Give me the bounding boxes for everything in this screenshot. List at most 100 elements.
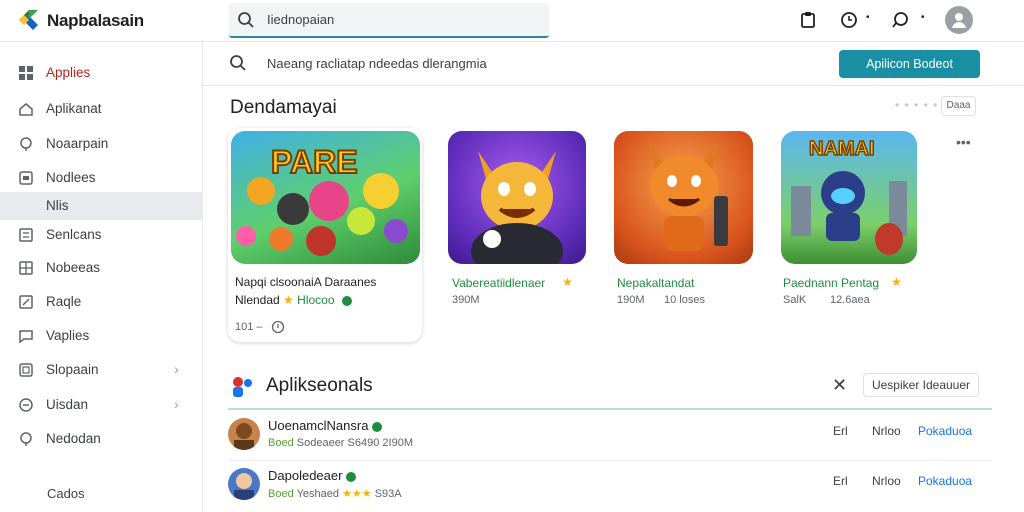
star-icon: ★ bbox=[562, 275, 573, 289]
edit-icon bbox=[19, 295, 33, 309]
sidebar-item-label: Noaarpain bbox=[46, 136, 109, 151]
app-thumbnail[interactable]: NAMAI bbox=[781, 131, 917, 264]
list-item-col2: Nrloo bbox=[872, 424, 901, 438]
clock-icon[interactable] bbox=[839, 10, 859, 30]
sidebar-item-senlcans[interactable]: Senlcans bbox=[0, 221, 203, 249]
section-mini-button[interactable]: Daaa bbox=[941, 96, 976, 116]
sidebar-item-nodlees[interactable]: Nodlees bbox=[0, 164, 203, 192]
list-item-link[interactable]: Pokaduoa bbox=[918, 424, 972, 438]
search-icon bbox=[238, 12, 254, 28]
sidebar-item-noaarpain[interactable]: Noaarpain bbox=[0, 130, 203, 158]
grid-icon bbox=[19, 261, 33, 275]
app-title: Napbalasain bbox=[47, 11, 144, 30]
app-card-extra: 10 loses bbox=[664, 294, 705, 306]
home-icon bbox=[19, 103, 33, 116]
top-bar: Napbalasain Iiednopaian • • bbox=[0, 0, 1024, 42]
close-icon[interactable]: ✕ bbox=[832, 375, 847, 396]
search-icon[interactable] bbox=[229, 54, 247, 72]
filter-text: Naeang racliatap ndeedas dlerangmia bbox=[267, 56, 487, 71]
search-input[interactable]: Iiednopaian bbox=[229, 3, 549, 38]
sidebar-item-label: Nobeeas bbox=[46, 260, 101, 275]
pin-icon bbox=[20, 432, 32, 446]
sidebar-item-nedodan[interactable]: Nedodan bbox=[0, 425, 203, 453]
sidebar-item-raqle[interactable]: Raqle bbox=[0, 288, 203, 316]
sidebar-item-applies[interactable]: Applies bbox=[0, 59, 203, 87]
list-item-sub: Yeshaed bbox=[296, 488, 339, 500]
sidebar-item-label: Nodlees bbox=[46, 170, 96, 185]
list-icon bbox=[19, 228, 33, 242]
app-thumbnail[interactable] bbox=[448, 131, 586, 264]
app-thumbnail[interactable]: PARE bbox=[231, 131, 420, 264]
user-icon bbox=[952, 13, 966, 28]
sidebar-item-nlis[interactable]: Nlis bbox=[0, 192, 203, 220]
sidebar-item-label: Senlcans bbox=[46, 227, 102, 242]
sidebar-item-label: Applies bbox=[46, 65, 91, 80]
thumb-title: NAMAI bbox=[809, 138, 875, 160]
app-card-subtitle: SalK bbox=[783, 294, 807, 306]
search-query: Iiednopaian bbox=[267, 12, 335, 27]
list-item-sub: Sodeaeer bbox=[296, 437, 345, 449]
dropdown-dot-icon[interactable]: • bbox=[866, 12, 870, 23]
app-logo-icon[interactable] bbox=[16, 6, 42, 32]
list-item-size: S93A bbox=[374, 488, 402, 500]
grid-icon bbox=[19, 66, 33, 80]
section-people-icon bbox=[233, 377, 252, 397]
list-item-col1: Erl bbox=[833, 474, 848, 488]
clipboard-icon[interactable] bbox=[798, 10, 818, 30]
sidebar: Applies Aplikanat Noaarpain Nodlees Nlis… bbox=[0, 42, 203, 512]
info-icon[interactable] bbox=[271, 320, 285, 334]
sidebar-item-label: Nlis bbox=[46, 198, 69, 213]
app-card-subtitle: Nlendad bbox=[235, 293, 280, 307]
feedback-icon[interactable] bbox=[890, 10, 910, 30]
app-card-extra: 12.6aea bbox=[830, 294, 870, 306]
box-icon bbox=[19, 363, 33, 377]
sidebar-item-aplikanat[interactable]: Aplikanat bbox=[0, 95, 203, 123]
pin-icon bbox=[20, 137, 32, 151]
app-thumbnail[interactable] bbox=[614, 131, 753, 264]
chat-icon bbox=[19, 330, 33, 344]
sidebar-item-slopaain[interactable]: Slopaain › bbox=[0, 356, 203, 384]
dots-indicator: • • • • • bbox=[895, 98, 939, 112]
avatar bbox=[228, 418, 260, 450]
app-card-subtitle: 190M bbox=[617, 294, 645, 306]
game-art-image: PARE bbox=[236, 143, 408, 256]
chevron-right-icon[interactable]: › bbox=[174, 396, 179, 412]
dropdown-dot-icon[interactable]: • bbox=[921, 12, 925, 23]
list-item-tag: Boed bbox=[268, 488, 294, 500]
star-rating-icon: ★★★ bbox=[342, 488, 372, 500]
sidebar-item-label: Uisdan bbox=[46, 397, 89, 412]
thumb-title: PARE bbox=[271, 144, 358, 180]
sidebar-item-label: Raqle bbox=[46, 294, 82, 309]
section-title: Dendamayai bbox=[230, 97, 337, 118]
app-card-title[interactable]: Napqi clsoonaiA Daraanes bbox=[235, 275, 376, 289]
verified-icon bbox=[341, 295, 352, 306]
app-card-badge: Hlocoo bbox=[297, 293, 335, 307]
list-item[interactable]: UoenamclNansra Boed Sodeaeer S6490 2I90M… bbox=[228, 414, 992, 462]
app-card-title[interactable]: Vabereatiidlenaer bbox=[452, 276, 545, 290]
star-icon: ★ bbox=[891, 275, 902, 289]
section-title: Aplikseonals bbox=[266, 375, 373, 396]
circle-icon bbox=[19, 398, 33, 412]
sidebar-footer[interactable]: Cados bbox=[47, 486, 85, 501]
section-action-button[interactable]: Uespiker Ideauuer bbox=[863, 373, 979, 397]
divider bbox=[228, 408, 992, 410]
avatar bbox=[228, 468, 260, 500]
user-avatar[interactable] bbox=[945, 6, 973, 34]
verified-icon bbox=[346, 471, 357, 482]
list-item[interactable]: Dapoledeaer Boed Yeshaed ★★★ S93A Erl Nr… bbox=[228, 464, 992, 512]
game-art-image bbox=[649, 141, 728, 251]
app-card-title[interactable]: Nepakaltandat bbox=[617, 276, 694, 290]
sidebar-item-label: Aplikanat bbox=[46, 101, 102, 116]
chevron-right-icon[interactable]: › bbox=[174, 361, 179, 377]
app-card-title[interactable]: Paednann Pentag bbox=[783, 276, 879, 290]
sidebar-item-label: Slopaain bbox=[46, 362, 99, 377]
more-options-icon[interactable]: ••• bbox=[956, 134, 971, 150]
sidebar-item-vaplies[interactable]: Vaplies bbox=[0, 322, 203, 350]
game-art-image: NAMAI bbox=[791, 137, 907, 255]
list-item-link[interactable]: Pokaduoa bbox=[918, 474, 972, 488]
sidebar-item-nobeeas[interactable]: Nobeeas bbox=[0, 254, 203, 282]
sidebar-item-label: Vaplies bbox=[46, 328, 90, 343]
primary-button[interactable]: Apilicon Bodeot bbox=[839, 50, 980, 78]
star-icon: ★ bbox=[283, 293, 294, 307]
sidebar-item-uisdan[interactable]: Uisdan › bbox=[0, 391, 203, 419]
